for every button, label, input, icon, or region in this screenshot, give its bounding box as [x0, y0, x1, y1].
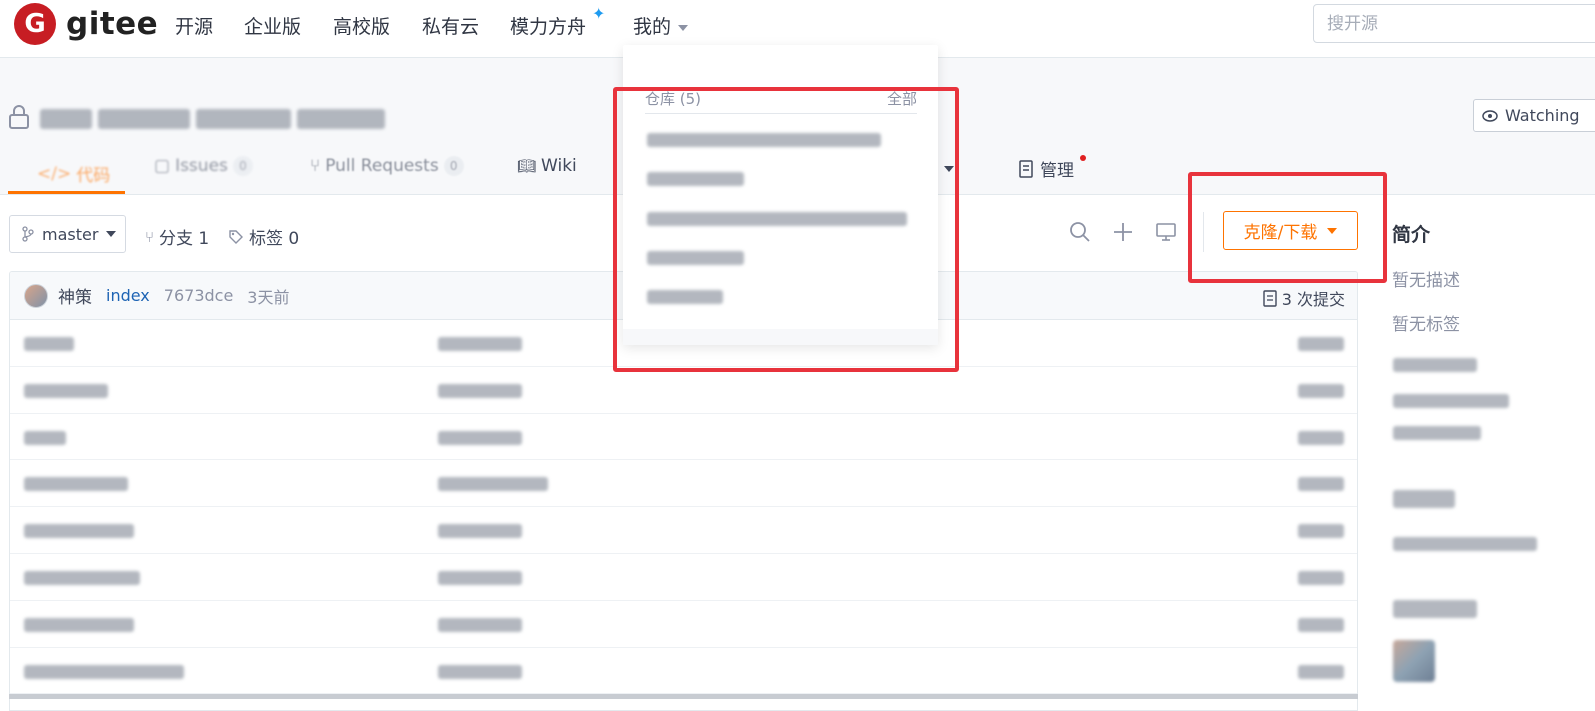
gitee-logo-text: gitee: [66, 6, 159, 42]
notification-dot: [1080, 155, 1086, 161]
chevron-down-icon[interactable]: [944, 166, 954, 172]
tags-link[interactable]: 标签 0: [228, 224, 299, 249]
nav-mine-label: 我的: [633, 16, 672, 38]
commit-time: 3天前: [247, 287, 290, 307]
nav-private-cloud[interactable]: 私有云: [422, 12, 479, 39]
dropdown-all-link[interactable]: 全部: [887, 88, 917, 109]
dropdown-repo-item[interactable]: [647, 290, 723, 304]
sidebar-redacted-heading: [1393, 490, 1455, 508]
commit-message[interactable]: index: [106, 286, 150, 305]
branches-label: 分支 1: [159, 229, 210, 249]
my-repos-dropdown: 仓库 (5) 全部: [623, 45, 938, 345]
dropdown-footer: [623, 329, 938, 345]
search-icon[interactable]: [1069, 221, 1091, 243]
tab-pr-label: Pull Requests: [325, 156, 439, 176]
tab-wiki-label: Wiki: [541, 156, 577, 176]
table-row[interactable]: [10, 648, 1357, 695]
dropdown-repo-item[interactable]: [647, 251, 744, 265]
pr-count-badge: 0: [443, 156, 464, 176]
sidebar-no-tags: 暂无标签: [1392, 315, 1460, 335]
table-row[interactable]: [10, 601, 1357, 648]
table-row[interactable]: [10, 414, 1357, 461]
clone-download-button[interactable]: 克隆/下载: [1223, 211, 1358, 250]
branch-select[interactable]: master: [9, 215, 126, 253]
book-icon: 📖︎: [517, 157, 537, 175]
issues-count-badge: 0: [232, 156, 253, 176]
table-row[interactable]: [10, 554, 1357, 601]
branch-icon: [22, 226, 34, 242]
commit-hash[interactable]: 7673dce: [164, 286, 234, 305]
watch-label: Watching: [1505, 106, 1580, 125]
eye-icon: [1482, 109, 1498, 122]
sidebar-redacted-item: [1393, 537, 1537, 551]
sidebar-no-description: 暂无描述: [1392, 271, 1460, 291]
watch-button[interactable]: Watching: [1473, 99, 1595, 132]
tab-pull-requests[interactable]: ⑂ Pull Requests 0: [310, 156, 464, 176]
nav-education[interactable]: 高校版: [333, 12, 390, 39]
nav-enterprise[interactable]: 企业版: [244, 12, 301, 39]
sidebar-redacted-item: [1393, 394, 1509, 408]
tab-wiki[interactable]: 📖︎ Wiki: [517, 156, 577, 176]
nav-mine-menu[interactable]: 我的: [633, 12, 689, 39]
chevron-down-icon: [678, 24, 689, 31]
gitee-logo[interactable]: G gitee: [14, 3, 158, 45]
tag-icon: [229, 229, 243, 244]
branch-icon: ⑂: [145, 227, 155, 246]
tab-manage-label: 管理: [1040, 161, 1074, 181]
branches-link[interactable]: ⑂ 分支 1: [145, 224, 210, 250]
tab-code[interactable]: </> 代码: [8, 156, 125, 194]
dropdown-repo-item[interactable]: [647, 133, 881, 147]
table-row[interactable]: [10, 507, 1357, 554]
tab-issues[interactable]: ▢ Issues 0: [154, 156, 253, 176]
chevron-down-icon: [1327, 227, 1338, 234]
lock-icon: [9, 105, 29, 129]
tab-issues-label: Issues: [175, 156, 228, 176]
chevron-down-icon: [106, 231, 117, 237]
clone-download-label: 克隆/下载: [1243, 223, 1318, 243]
sidebar-intro-title: 简介: [1392, 224, 1431, 246]
repo-title-redacted[interactable]: [40, 107, 400, 131]
sidebar-redacted-item: [1393, 358, 1477, 372]
sparkle-icon: ✦: [592, 4, 606, 23]
manage-icon: [1019, 159, 1033, 178]
issues-icon: ▢: [154, 156, 171, 176]
dropdown-header: 仓库 (5) 全部: [645, 88, 917, 114]
dropdown-repo-item[interactable]: [647, 172, 744, 186]
commits-icon: [1263, 289, 1277, 307]
commit-author[interactable]: 神策: [58, 283, 92, 308]
code-icon: </>: [37, 163, 72, 184]
dropdown-repo-item[interactable]: [647, 212, 907, 226]
avatar[interactable]: [24, 283, 48, 308]
gitee-logo-icon: G: [14, 3, 56, 45]
table-row[interactable]: [10, 460, 1357, 508]
commit-count-label: 3 次提交: [1281, 290, 1345, 309]
web-ide-icon[interactable]: [1155, 221, 1177, 243]
avatar[interactable]: [1393, 640, 1435, 682]
nav-open-source[interactable]: 开源: [175, 12, 213, 39]
dropdown-repo-count: 仓库 (5): [645, 90, 702, 108]
branch-label: master: [42, 224, 99, 244]
search-input[interactable]: [1313, 4, 1595, 43]
commit-count-link[interactable]: 3 次提交: [1263, 286, 1345, 310]
table-row[interactable]: [10, 367, 1357, 414]
tab-code-label: 代码: [76, 166, 111, 186]
nav-moli-ark[interactable]: 模力方舟: [510, 12, 586, 39]
pull-request-icon: ⑂: [310, 156, 321, 176]
tags-label: 标签 0: [249, 229, 300, 249]
sidebar-redacted-heading: [1393, 600, 1477, 618]
add-file-icon[interactable]: [1112, 221, 1134, 243]
tab-manage[interactable]: 管理: [1019, 156, 1074, 181]
horizontal-scrollbar[interactable]: [9, 694, 1358, 699]
sidebar-redacted-item: [1393, 426, 1481, 440]
toolbar-divider: [1203, 212, 1204, 252]
